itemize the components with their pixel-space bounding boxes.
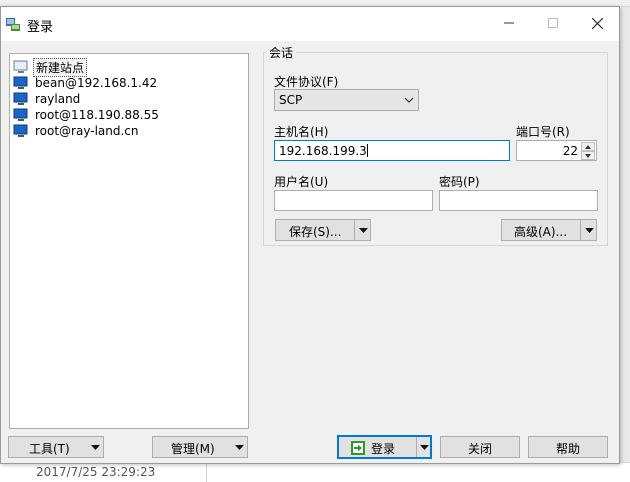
button-split-divider <box>416 437 417 457</box>
username-label: 用户名(U) <box>274 175 329 189</box>
advanced-button[interactable]: 高级(A)... <box>501 219 597 241</box>
site-item-label: bean@192.168.1.42 <box>35 76 158 90</box>
host-input[interactable]: 192.168.199.3 <box>274 140 510 161</box>
site-item-label: 新建站点 <box>33 57 88 77</box>
site-item-label: root@118.190.88.55 <box>35 108 159 122</box>
save-button[interactable]: 保存(S)... <box>275 219 371 241</box>
login-button[interactable]: 登录 <box>337 435 432 459</box>
close-button[interactable]: 关闭 <box>440 436 520 458</box>
login-button-label: 登录 <box>371 442 396 456</box>
site-item[interactable]: bean@192.168.1.42 <box>13 75 159 91</box>
close-button-label: 关闭 <box>468 442 493 456</box>
minimize-button[interactable] <box>487 7 531 39</box>
background-divider <box>206 462 207 482</box>
close-icon <box>591 17 603 29</box>
minimize-icon <box>504 22 514 24</box>
maximize-icon <box>548 18 558 28</box>
manage-button[interactable]: 管理(M) <box>152 436 248 458</box>
save-button-label: 保存(S)... <box>289 225 342 239</box>
dropdown-arrow-icon[interactable] <box>359 226 368 235</box>
site-item-label: rayland <box>35 92 81 106</box>
tools-button-label: 工具(T) <box>29 442 70 456</box>
computer-icon <box>13 108 28 121</box>
dropdown-arrow-icon <box>91 445 100 450</box>
dropdown-arrow-icon <box>235 445 244 450</box>
dropdown-arrow-icon[interactable] <box>585 226 594 235</box>
username-input[interactable] <box>274 190 433 211</box>
site-item[interactable]: root@118.190.88.55 <box>13 107 161 123</box>
computer-icon <box>13 76 28 89</box>
protocol-value: SCP <box>279 93 303 107</box>
triangle-down-icon <box>585 153 591 158</box>
triangle-up-icon <box>585 144 591 149</box>
protocol-label: 文件协议(F) <box>274 75 339 89</box>
login-icon <box>351 441 365 455</box>
button-split-divider <box>354 220 355 240</box>
port-label: 端口号(R) <box>516 125 570 139</box>
computer-icon <box>13 92 28 105</box>
password-input[interactable] <box>439 190 598 211</box>
port-increment-button[interactable] <box>581 142 595 151</box>
computer-icon <box>13 124 28 137</box>
background-timestamp: 2017/7/25 23:29:23 <box>36 465 156 479</box>
winscp-app-icon <box>6 18 20 31</box>
maximize-button[interactable] <box>531 7 575 39</box>
protocol-select[interactable]: SCP <box>274 89 419 111</box>
site-item-new[interactable]: 新建站点 <box>13 57 88 77</box>
chevron-down-icon <box>404 97 414 103</box>
tools-button[interactable]: 工具(T) <box>8 436 104 458</box>
site-item[interactable]: rayland <box>13 91 82 107</box>
text-caret <box>366 144 368 157</box>
manage-button-label: 管理(M) <box>171 442 215 456</box>
button-split-divider <box>580 220 581 240</box>
port-stepper[interactable]: 22 <box>516 140 597 161</box>
port-decrement-button[interactable] <box>581 151 595 160</box>
help-button[interactable]: 帮助 <box>528 436 608 458</box>
site-tree[interactable]: 新建站点 bean@192.168.1.42 rayland root@118.… <box>9 53 249 429</box>
port-value: 22 <box>562 144 578 158</box>
title-bar[interactable]: 登录 <box>1 7 619 41</box>
close-window-button[interactable] <box>575 7 619 39</box>
password-label: 密码(P) <box>439 175 480 189</box>
new-site-icon <box>13 60 28 73</box>
advanced-button-label: 高级(A)... <box>514 225 568 239</box>
host-label: 主机名(H) <box>274 125 329 139</box>
host-value: 192.168.199.3 <box>279 144 367 158</box>
dropdown-arrow-icon[interactable] <box>420 443 429 452</box>
site-item-label: root@ray-land.cn <box>35 124 139 138</box>
window-title: 登录 <box>27 20 54 35</box>
help-button-label: 帮助 <box>556 442 581 456</box>
session-group-title: 会话 <box>266 44 297 61</box>
site-item[interactable]: root@ray-land.cn <box>13 123 141 139</box>
